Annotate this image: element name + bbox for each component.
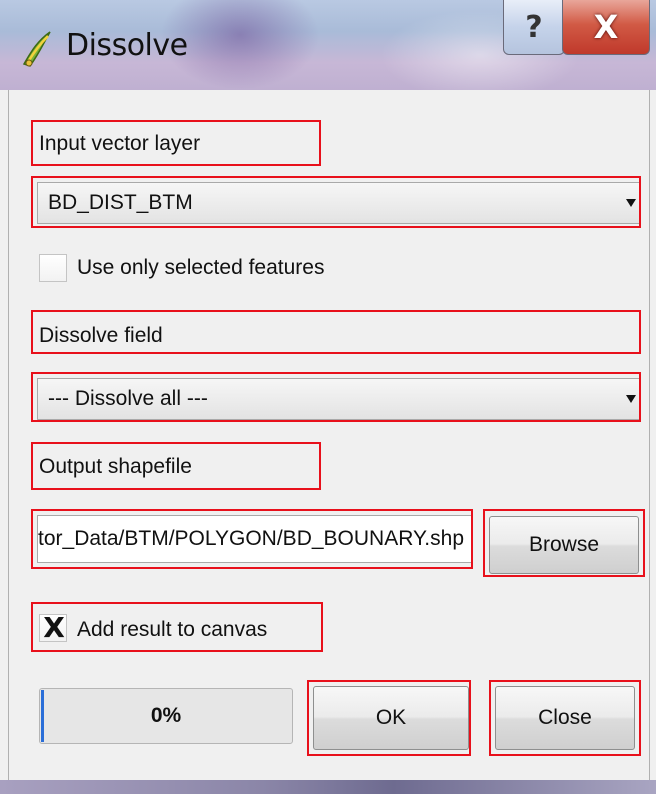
dialog-body: Input vector layer BD_DIST_BTM Use only … (8, 90, 650, 780)
selected-only-label: Use only selected features (77, 256, 325, 279)
qgis-dissolve-icon (22, 31, 51, 67)
progress-bar: 0% (39, 688, 293, 744)
ok-button-highlight (307, 680, 471, 756)
title-bar[interactable]: Dissolve ? X (0, 0, 656, 90)
selected-only-checkbox[interactable] (39, 254, 67, 282)
window-close-button[interactable]: X (562, 0, 650, 55)
dissolve-field-label-highlight (31, 310, 641, 354)
output-path-input-highlight (31, 509, 473, 569)
help-button[interactable]: ? (503, 0, 565, 55)
progress-text: 0% (150, 704, 182, 727)
dissolve-dialog: Dissolve ? X Input vector layer BD_DIST_… (0, 0, 656, 794)
close-icon: X (593, 8, 619, 46)
window-title: Dissolve (66, 28, 188, 63)
dissolve-field-select-highlight (31, 372, 641, 422)
output-shapefile-label-highlight (31, 442, 321, 490)
input-layer-select-highlight (31, 176, 641, 228)
desktop-background-strip (0, 780, 656, 794)
input-layer-label-highlight (31, 120, 321, 166)
browse-button-highlight (483, 509, 645, 577)
close-button-highlight (489, 680, 641, 756)
help-icon: ? (525, 9, 543, 45)
add-to-canvas-highlight (31, 602, 323, 652)
